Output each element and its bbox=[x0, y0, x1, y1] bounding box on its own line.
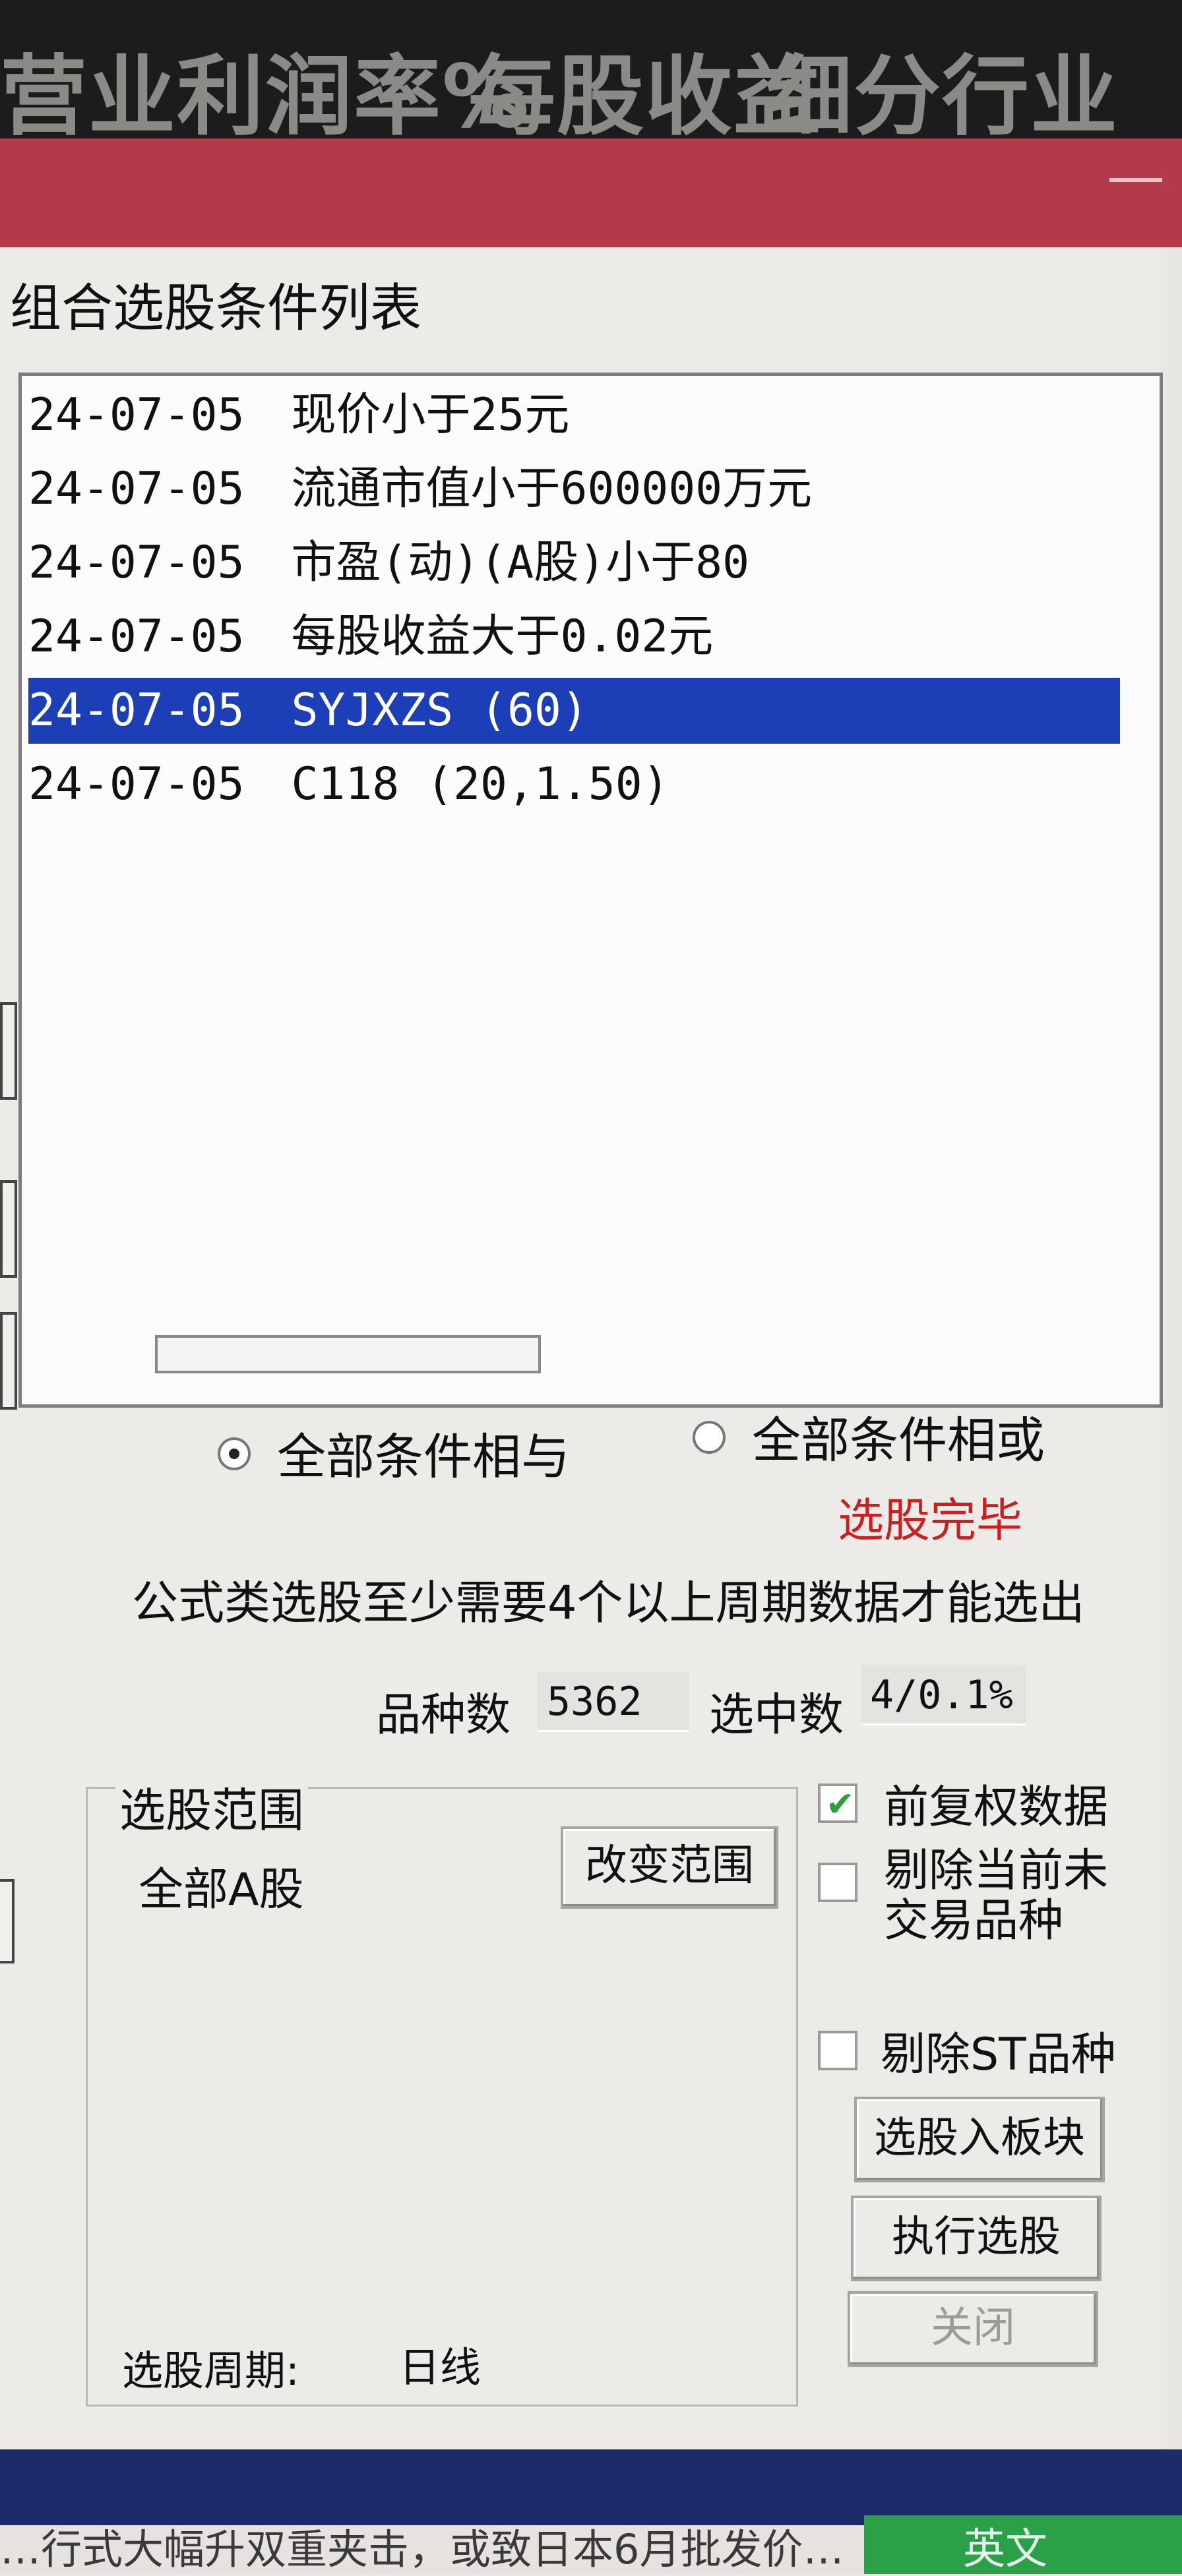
count-label: 品种数 bbox=[376, 1689, 511, 1741]
condition-list-title: 组合选股条件列表 bbox=[10, 279, 422, 338]
range-value: 全部A股 bbox=[139, 1864, 304, 1916]
condition-text: 流通市值小于600000万元 bbox=[291, 463, 813, 515]
change-range-button[interactable]: 改变范围 bbox=[561, 1826, 778, 1909]
condition-date: 24-07-05 bbox=[28, 463, 245, 515]
condition-date: 24-07-05 bbox=[28, 758, 245, 810]
condition-text: SYJXZS (60) bbox=[291, 684, 588, 736]
condition-row[interactable]: 24-07-05 现价小于25元 bbox=[28, 382, 569, 448]
horizontal-scrollbar[interactable] bbox=[155, 1335, 541, 1373]
formula-notice: 公式类选股至少需要4个以上周期数据才能选出 bbox=[132, 1576, 1085, 1630]
selected-count-value: 4/0.1% bbox=[861, 1665, 1026, 1725]
checkbox-exclude-st-label[interactable]: 剔除ST品种 bbox=[881, 2018, 1116, 2083]
condition-list[interactable]: 24-07-05 现价小于25元 24-07-05 流通市值小于600000万元… bbox=[18, 373, 1163, 1408]
dialog-title-bar[interactable] bbox=[0, 138, 1182, 247]
condition-date: 24-07-05 bbox=[28, 684, 245, 736]
condition-row[interactable]: 24-07-05 流通市值小于600000万元 bbox=[28, 456, 812, 522]
condition-text: 市盈(动)(A股)小于80 bbox=[291, 537, 750, 589]
status-message: 选股完毕 bbox=[838, 1493, 1022, 1547]
background-fragment bbox=[0, 1312, 17, 1410]
column-header-operating-margin[interactable]: 营业利润率% bbox=[0, 26, 530, 152]
period-value: 日线 bbox=[399, 2343, 482, 2391]
radio-all-and[interactable] bbox=[218, 1437, 251, 1470]
checkbox-forward-adjusted[interactable]: ✔ bbox=[818, 1783, 857, 1823]
radio-dot-icon bbox=[229, 1449, 239, 1459]
checkbox-exclude-st[interactable] bbox=[818, 2031, 857, 2070]
execute-screening-button[interactable]: 执行选股 bbox=[851, 2196, 1102, 2281]
condition-date: 24-07-05 bbox=[28, 537, 245, 589]
background-fragment bbox=[0, 1180, 17, 1278]
condition-text: 现价小于25元 bbox=[291, 389, 570, 441]
checkbox-exclude-untraded[interactable] bbox=[818, 1863, 857, 1902]
background-fragment bbox=[0, 1879, 15, 1963]
checkmark-icon: ✔ bbox=[826, 1785, 855, 1824]
close-button[interactable]: 关闭 bbox=[848, 2291, 1098, 2367]
condition-date: 24-07-05 bbox=[28, 389, 245, 441]
condition-text: 每股收益大于0.02元 bbox=[291, 611, 714, 663]
condition-date: 24-07-05 bbox=[28, 611, 245, 663]
radio-all-or-label[interactable]: 全部条件相或 bbox=[752, 1401, 1045, 1472]
background-fragment bbox=[0, 1002, 17, 1100]
selected-count-label: 选中数 bbox=[709, 1689, 844, 1741]
condition-row[interactable]: 24-07-05 每股收益大于0.02元 bbox=[28, 604, 713, 670]
condition-row-selected[interactable]: 24-07-05 SYJXZS (60) bbox=[28, 678, 1120, 744]
radio-all-and-label[interactable]: 全部条件相与 bbox=[277, 1418, 570, 1488]
range-group-title: 选股范围 bbox=[115, 1774, 308, 1840]
background-column-header: 营业利润率% 每股收益 细分行业 bbox=[0, 0, 1182, 148]
add-to-block-button[interactable]: 选股入板块 bbox=[854, 2097, 1105, 2182]
condition-row[interactable]: 24-07-05 C118 (20,1.50) bbox=[28, 752, 669, 818]
period-label: 选股周期: bbox=[122, 2347, 299, 2395]
ime-language-label[interactable]: 英文 bbox=[963, 2515, 1047, 2576]
checkbox-forward-adjusted-label[interactable]: 前复权数据 bbox=[884, 1770, 1108, 1836]
condition-row[interactable]: 24-07-05 市盈(动)(A股)小于80 bbox=[28, 530, 749, 596]
checkbox-exclude-untraded-label[interactable]: 剔除当前未交易品种 bbox=[884, 1846, 1121, 1946]
condition-text: C118 (20,1.50) bbox=[291, 758, 669, 810]
news-ticker[interactable]: …行式大幅升双重夹击，或致日本6月批发价… bbox=[0, 2525, 864, 2574]
column-header-industry[interactable]: 细分行业 bbox=[765, 26, 1119, 152]
count-value: 5362 bbox=[538, 1671, 689, 1732]
minimize-icon[interactable] bbox=[1109, 178, 1162, 182]
radio-all-or[interactable] bbox=[693, 1421, 726, 1454]
